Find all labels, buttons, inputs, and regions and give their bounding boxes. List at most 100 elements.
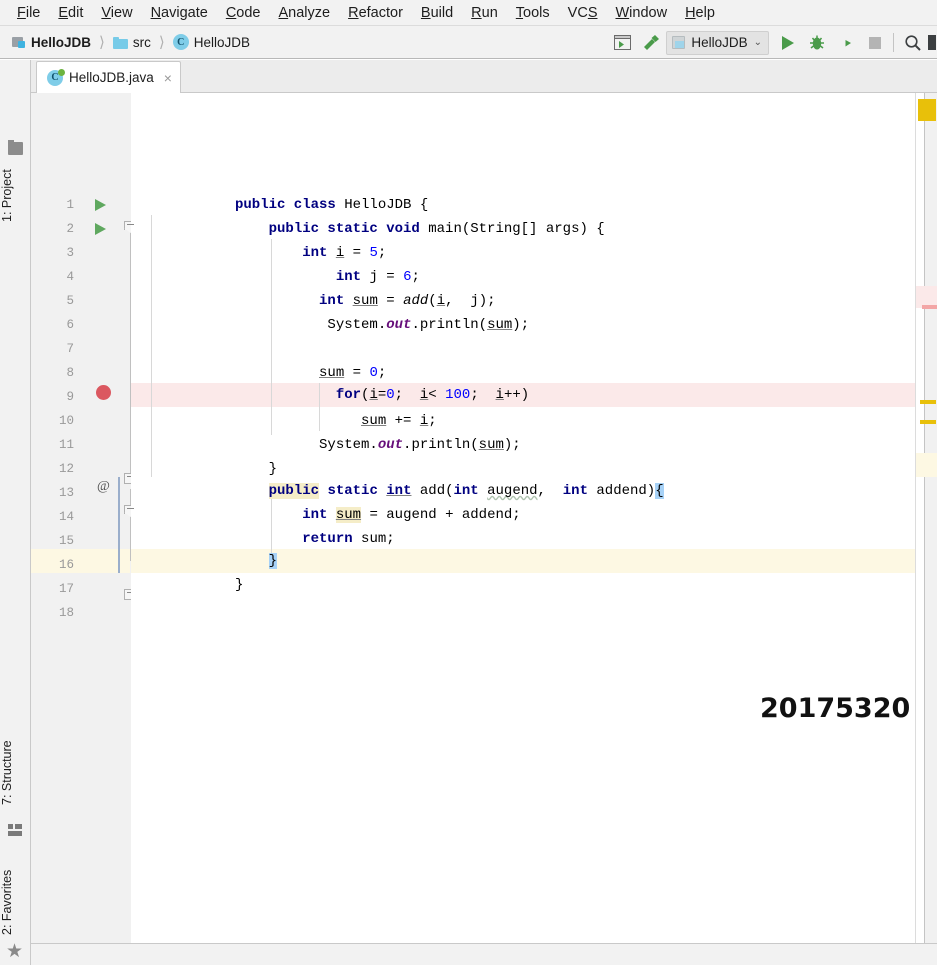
run-icon[interactable] bbox=[773, 28, 802, 57]
stripe-marker-caret-row bbox=[916, 453, 937, 477]
breadcrumb: HelloJDB ⟩ src ⟩ C HelloJDB bbox=[0, 33, 253, 51]
line-number: 18 bbox=[58, 606, 74, 620]
overflow-icon[interactable] bbox=[927, 28, 937, 57]
stop-icon bbox=[860, 28, 889, 57]
project-folder-icon[interactable] bbox=[8, 140, 23, 155]
toolbar-actions: HelloJDB ⌄ bbox=[608, 26, 937, 59]
code-line-4[interactable]: int j = 6; bbox=[131, 265, 915, 289]
folder-icon bbox=[112, 36, 128, 49]
code-line-16[interactable]: } bbox=[131, 549, 915, 573]
watermark-text: 20175320 bbox=[760, 693, 911, 724]
sidebar-item-structure[interactable]: 7: Structure bbox=[0, 709, 31, 805]
code-line-8[interactable]: sum = 0; bbox=[131, 361, 915, 385]
editor-bottom-bar bbox=[31, 943, 937, 965]
line-number: 7 bbox=[66, 342, 74, 356]
run-gutter-icon[interactable] bbox=[95, 199, 106, 211]
chevron-down-icon[interactable]: ⌄ bbox=[754, 37, 762, 48]
tab-hellojdb-java[interactable]: C HelloJDB.java × bbox=[36, 61, 181, 93]
stripe-marker-breakpoint[interactable] bbox=[922, 305, 937, 309]
code-line-13[interactable]: public static int add(int augend, int ad… bbox=[131, 479, 915, 503]
code-line-18[interactable] bbox=[131, 597, 915, 621]
menu-item-code[interactable]: Code bbox=[217, 3, 270, 23]
stripe-marker-warning[interactable] bbox=[920, 400, 936, 404]
breadcrumb-separator-2: ⟩ bbox=[158, 34, 165, 51]
close-icon[interactable]: × bbox=[164, 70, 172, 86]
module-icon bbox=[12, 35, 26, 49]
line-number: 6 bbox=[66, 318, 74, 332]
left-tool-strip: 1: Project 7: Structure 2: Favorites ★ bbox=[0, 60, 31, 965]
scrollbar-track[interactable] bbox=[924, 93, 937, 965]
code-line-14[interactable]: int sum = augend + addend; bbox=[131, 503, 915, 527]
code-line-12[interactable]: } bbox=[131, 457, 915, 481]
error-stripe-scrollbar[interactable] bbox=[915, 93, 937, 965]
code-line-1[interactable]: public class HelloJDB { bbox=[131, 193, 915, 217]
sidebar-item-structure-label: 7: Structure bbox=[0, 740, 14, 805]
run-gutter-icon[interactable] bbox=[95, 223, 106, 235]
line-number: 5 bbox=[66, 294, 74, 308]
menu-item-navigate[interactable]: Navigate bbox=[142, 3, 217, 23]
menu-item-run[interactable]: Run bbox=[462, 3, 507, 23]
menu-item-file[interactable]: File bbox=[8, 3, 49, 23]
breadcrumb-item-src[interactable]: src bbox=[110, 34, 154, 51]
main-area: 1: Project 7: Structure 2: Favorites ★ C… bbox=[0, 60, 937, 965]
menu-item-vcs[interactable]: VCS bbox=[559, 3, 607, 23]
menu-bar: File Edit View Navigate Code Analyze Ref… bbox=[0, 0, 937, 26]
menu-item-refactor[interactable]: Refactor bbox=[339, 3, 412, 23]
stripe-marker-warning[interactable] bbox=[920, 420, 936, 424]
debug-icon[interactable] bbox=[802, 28, 831, 57]
code-line-5[interactable]: int sum = add(i, j); bbox=[131, 289, 915, 313]
menu-item-help[interactable]: Help bbox=[676, 3, 724, 23]
breadcrumb-label-src: src bbox=[132, 34, 151, 50]
annotation-marker[interactable]: @ bbox=[97, 479, 110, 495]
code-line-2[interactable]: public static void main(String[] args) { bbox=[131, 217, 915, 241]
toolbar-divider bbox=[893, 33, 894, 52]
editor-body: 1 2 3 4 5 6 7 8 9 10 11 12 13 14 15 16 1… bbox=[31, 93, 937, 965]
code-line-17[interactable]: } bbox=[131, 573, 915, 597]
line-number: 4 bbox=[66, 270, 74, 284]
line-number: 8 bbox=[66, 366, 74, 380]
line-number: 16 bbox=[58, 558, 74, 572]
menu-item-view[interactable]: View bbox=[92, 3, 141, 23]
code-line-15[interactable]: return sum; bbox=[131, 527, 915, 551]
breadcrumb-item-class[interactable]: C HelloJDB bbox=[170, 33, 253, 51]
code-line-10[interactable]: sum += i; bbox=[131, 409, 915, 433]
build-hammer-icon[interactable] bbox=[637, 28, 666, 57]
tab-label: HelloJDB.java bbox=[69, 70, 154, 85]
stripe-marker-warning[interactable] bbox=[918, 99, 936, 121]
breakpoint-marker[interactable] bbox=[96, 385, 111, 400]
line-number: 3 bbox=[66, 246, 74, 260]
code-line-11[interactable]: System.out.println(sum); bbox=[131, 433, 915, 457]
code-editor[interactable]: public class HelloJDB { public static vo… bbox=[131, 93, 915, 965]
run-config-label: HelloJDB bbox=[691, 35, 748, 50]
class-icon: C bbox=[172, 34, 189, 50]
sidebar-item-favorites[interactable]: 2: Favorites bbox=[0, 825, 31, 935]
changed-lines-marker[interactable] bbox=[118, 477, 120, 573]
run-coverage-icon[interactable] bbox=[831, 28, 860, 57]
code-line-3[interactable]: int i = 5; bbox=[131, 241, 915, 265]
menu-item-window[interactable]: Window bbox=[606, 3, 676, 23]
code-line-6[interactable]: System.out.println(sum); bbox=[131, 313, 915, 337]
java-class-icon: C bbox=[47, 68, 65, 86]
line-number: 15 bbox=[58, 534, 74, 548]
line-number: 9 bbox=[66, 390, 74, 404]
breadcrumb-item-module[interactable]: HelloJDB bbox=[9, 34, 94, 51]
code-line-7[interactable] bbox=[131, 337, 915, 361]
menu-item-edit[interactable]: Edit bbox=[49, 3, 92, 23]
line-number: 13 bbox=[58, 486, 74, 500]
line-number: 10 bbox=[58, 414, 74, 428]
navigation-toolbar: HelloJDB ⟩ src ⟩ C HelloJDB HelloJDB ⌄ bbox=[0, 26, 937, 59]
line-number: 14 bbox=[58, 510, 74, 524]
menu-item-tools[interactable]: Tools bbox=[507, 3, 559, 23]
breadcrumb-separator-1: ⟩ bbox=[99, 34, 105, 51]
line-number: 1 bbox=[66, 198, 74, 212]
favorites-star-icon[interactable]: ★ bbox=[6, 942, 25, 961]
line-number: 2 bbox=[66, 222, 74, 236]
code-line-9[interactable]: for(i=0; i< 100; i++) bbox=[131, 383, 915, 407]
open-console-icon[interactable] bbox=[608, 28, 637, 57]
search-icon[interactable] bbox=[898, 28, 927, 57]
menu-item-build[interactable]: Build bbox=[412, 3, 462, 23]
sidebar-item-favorites-label: 2: Favorites bbox=[0, 869, 14, 935]
editor-gutter[interactable]: 1 2 3 4 5 6 7 8 9 10 11 12 13 14 15 16 1… bbox=[31, 93, 139, 965]
run-configuration-selector[interactable]: HelloJDB ⌄ bbox=[666, 30, 769, 55]
menu-item-analyze[interactable]: Analyze bbox=[270, 3, 340, 23]
